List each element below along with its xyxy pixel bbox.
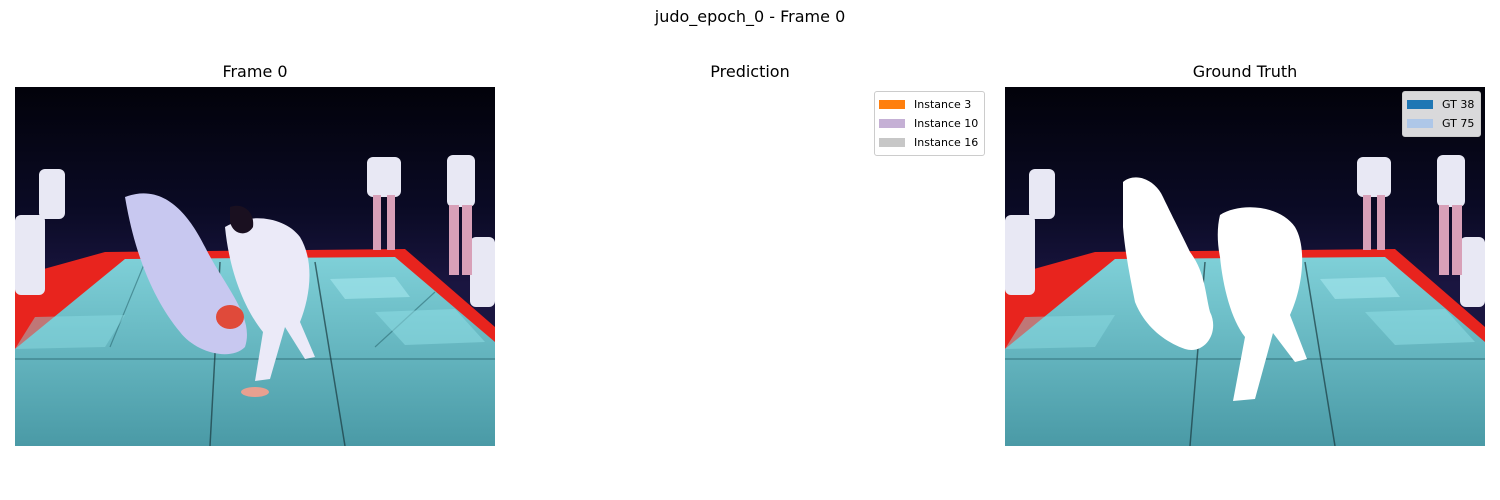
legend-swatch (879, 100, 905, 109)
ground-truth-image (1005, 87, 1485, 446)
prediction-legend: Instance 3 Instance 10 Instance 16 (874, 91, 986, 156)
legend-item: GT 38 (1407, 95, 1474, 114)
legend-label: Instance 16 (914, 136, 979, 149)
legend-swatch (879, 119, 905, 128)
legend-swatch (879, 138, 905, 147)
legend-item: Instance 10 (879, 114, 978, 133)
ground-truth-legend: GT 38 GT 75 (1402, 91, 1482, 137)
judo-scene-gt-image (1005, 87, 1485, 446)
legend-item: Instance 16 (879, 133, 978, 152)
legend-label: Instance 10 (914, 117, 979, 130)
prediction-panel-title: Prediction (710, 62, 790, 81)
legend-swatch (1407, 100, 1433, 109)
legend-label: Instance 3 (914, 98, 972, 111)
legend-item: Instance 3 (879, 95, 978, 114)
legend-label: GT 75 (1442, 117, 1475, 130)
legend-swatch (1407, 119, 1433, 128)
figure-title: judo_epoch_0 - Frame 0 (654, 7, 846, 26)
frame-image (15, 87, 495, 446)
judo-scene-image (15, 87, 495, 446)
frame-panel-title: Frame 0 (222, 62, 288, 81)
legend-label: GT 38 (1442, 98, 1475, 111)
legend-item: GT 75 (1407, 114, 1474, 133)
ground-truth-panel-title: Ground Truth (1192, 62, 1298, 81)
